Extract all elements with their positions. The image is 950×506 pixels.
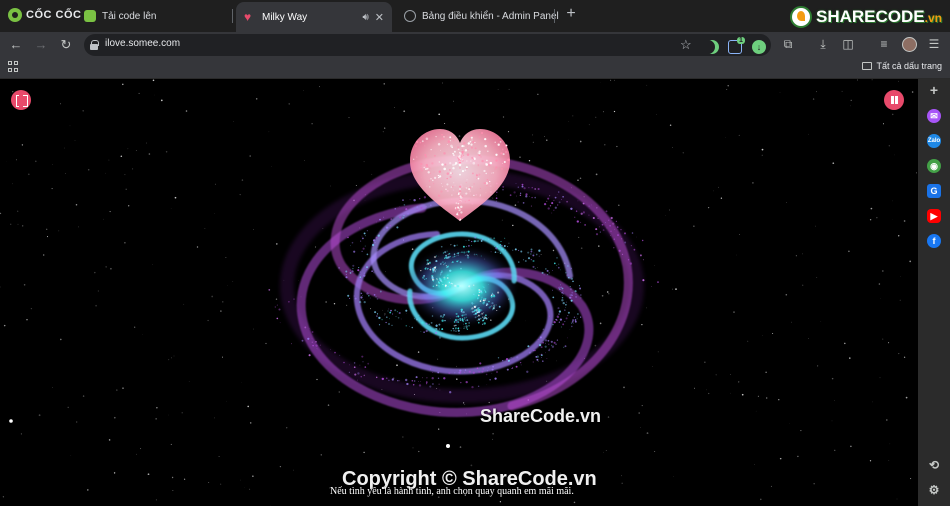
logo-name: SHARECODE [816, 7, 925, 26]
forward-icon[interactable]: → [33, 37, 49, 53]
brand-label: CỐC CỐC [26, 9, 82, 21]
toolbar: ← → ↻ ilove.somee.com ☆ 1 ↓ ⧉ ⤓ ◫ ≡ ☰ [0, 32, 950, 58]
reading-list-icon[interactable]: ≡ [876, 36, 892, 52]
watermark-center: ShareCode.vn [480, 406, 602, 426]
page-content: ShareCode.vn Copyright © ShareCode.vn Nế… [0, 79, 918, 506]
upload-favicon-icon [84, 10, 96, 22]
tab-milky-way[interactable]: ♥ Milky Way 🔊︎ ✕ [236, 2, 392, 32]
bookmark-star-icon[interactable]: ☆ [680, 37, 692, 53]
add-panel-icon[interactable]: + [927, 83, 941, 97]
love-caption: Nếu tình yêu là hành tinh, anh chọn quay… [330, 486, 574, 497]
downloads-icon[interactable]: ⤓ [815, 36, 831, 52]
browser-brand[interactable]: CỐC CỐC [8, 8, 81, 22]
pause-button[interactable] [884, 90, 904, 110]
tab-title: Bảng điều khiển - Admin Panel [422, 10, 559, 22]
tab-divider [554, 9, 555, 23]
lock-icon[interactable] [90, 40, 99, 50]
profile-avatar[interactable] [902, 37, 917, 52]
globe-favicon-icon [404, 10, 416, 22]
folder-icon [862, 62, 873, 70]
logo-domain: .vn [924, 11, 942, 25]
history-icon[interactable]: ⟲ [927, 458, 941, 472]
tab-admin-panel[interactable]: Bảng điều khiển - Admin Panel [396, 4, 567, 28]
tab-title: Milky Way [262, 11, 308, 23]
apps-grid-icon[interactable] [8, 61, 20, 73]
url-text[interactable]: ilove.somee.com [105, 38, 180, 49]
extensions-puzzle-icon[interactable]: ⧉ [780, 36, 796, 52]
messenger-icon[interactable]: ✉ [927, 109, 941, 123]
shooting-star [446, 444, 450, 448]
tab-upload[interactable]: Tải code lên [76, 4, 164, 28]
youtube-icon[interactable]: ▶ [927, 209, 941, 223]
dark-mode-extension-icon[interactable] [705, 40, 719, 54]
all-bookmarks-folder[interactable]: Tất cả dấu trang [862, 61, 942, 71]
sharecode-logo: SHARECODE.vn [790, 6, 942, 28]
sharecode-emblem-icon [790, 6, 812, 28]
reload-icon[interactable]: ↻ [58, 37, 74, 53]
bookmarks-bar: Tất cả dấu trang [0, 58, 950, 79]
address-bar[interactable]: ilove.somee.com ☆ 1 ↓ [84, 34, 771, 56]
new-tab-button[interactable]: + [561, 5, 581, 23]
all-bookmarks-label: Tất cả dấu trang [876, 61, 942, 71]
adblock-count-badge: 1 [737, 37, 745, 44]
split-view-icon[interactable]: ◫ [840, 36, 856, 52]
menu-icon[interactable]: ☰ [926, 36, 942, 52]
back-icon[interactable]: ← [8, 37, 24, 53]
settings-gear-icon[interactable]: ⚙ [927, 483, 941, 497]
tab-title: Tải code lên [102, 10, 157, 22]
galaxy-canvas [0, 79, 917, 506]
close-tab-icon[interactable]: ✕ [375, 11, 384, 24]
speaker-icon[interactable]: 🔊︎ [362, 12, 368, 23]
side-panel: + ✉ Zalo ◉ G ▶ f ⟲ ⚙ [918, 79, 950, 506]
zalo-icon[interactable]: Zalo [927, 134, 941, 148]
fullscreen-button[interactable] [11, 90, 31, 110]
browser-window: CỐC CỐC Tải code lên ♥ Milky Way 🔊︎ ✕ Bả… [0, 0, 950, 506]
tab-divider [232, 9, 233, 23]
tab-strip: CỐC CỐC Tải code lên ♥ Milky Way 🔊︎ ✕ Bả… [0, 0, 950, 32]
facebook-icon[interactable]: f [927, 234, 941, 248]
translate-icon[interactable]: G [927, 184, 941, 198]
game-icon[interactable]: ◉ [927, 159, 941, 173]
heart-favicon-icon: ♥ [244, 10, 252, 24]
coccoc-logo-icon [8, 8, 22, 22]
bright-star [9, 419, 13, 423]
downloader-extension-icon[interactable]: ↓ [752, 40, 766, 54]
